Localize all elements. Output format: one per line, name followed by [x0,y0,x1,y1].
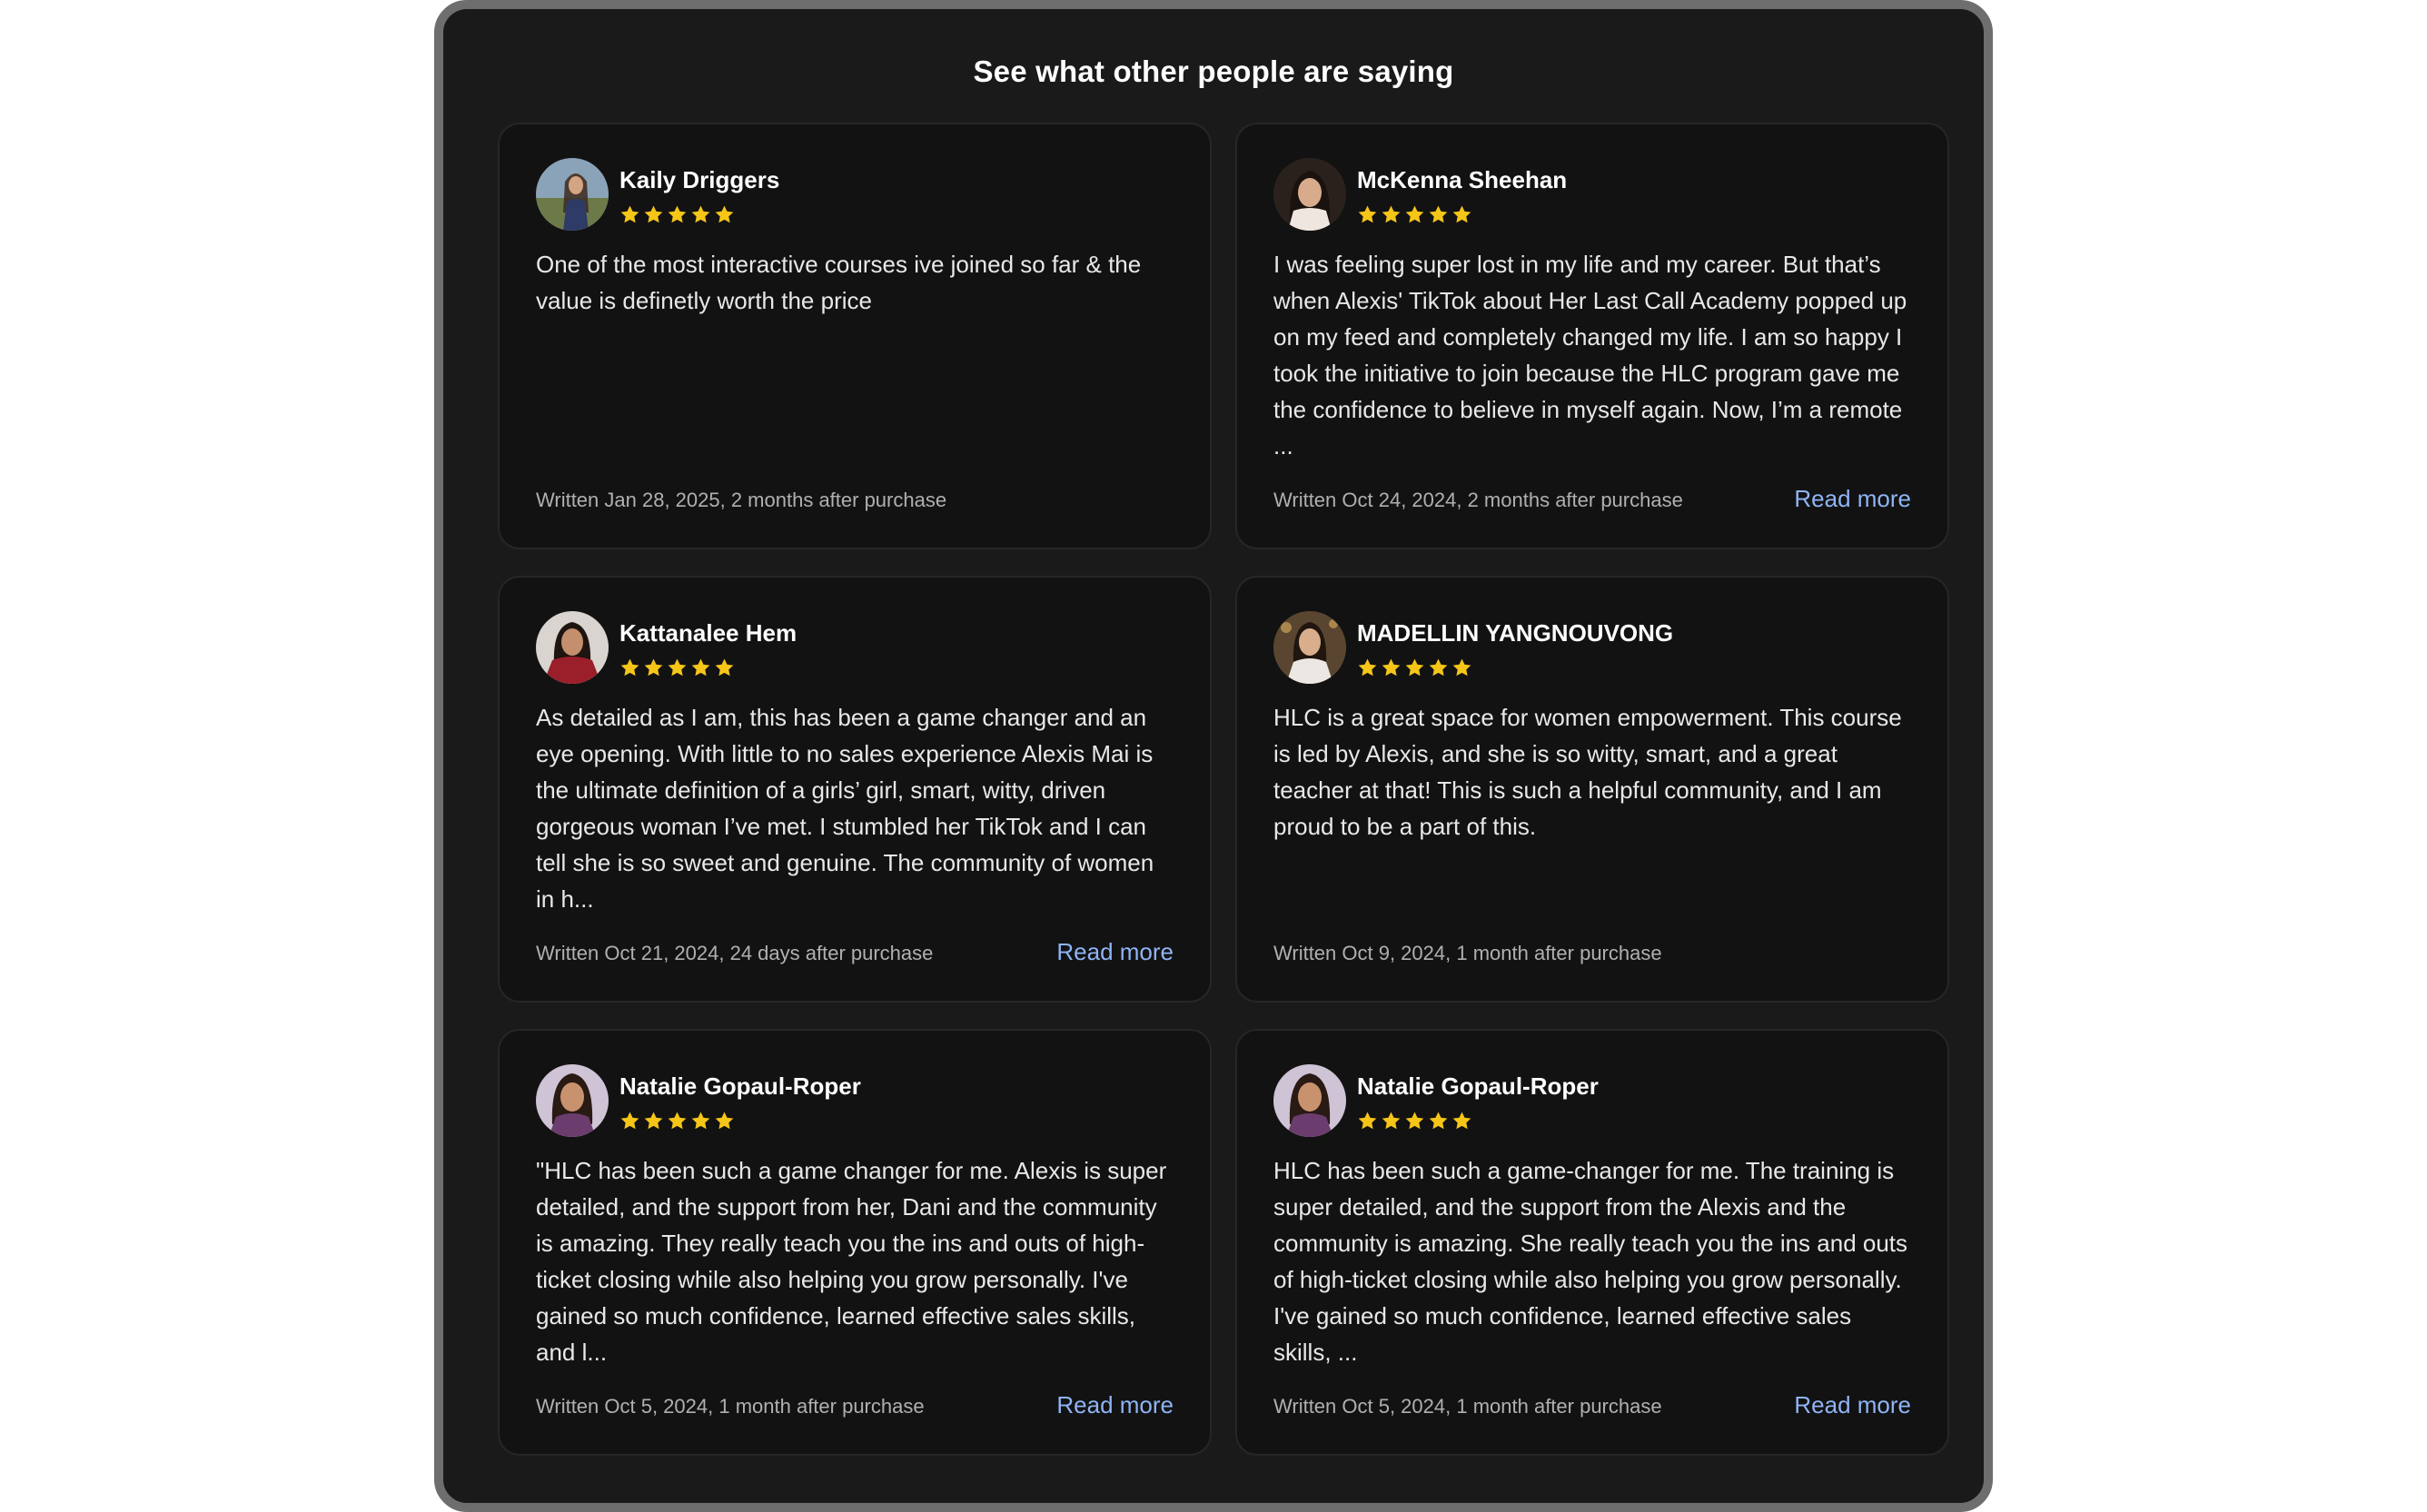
star-icon [1405,205,1424,223]
star-icon [668,205,687,223]
star-rating [1357,657,1472,679]
star-icon [1358,658,1377,677]
star-icon [715,658,734,677]
star-icon [691,658,710,677]
star-icon [1452,205,1471,223]
review-date: Written Oct 5, 2024, 1 month after purch… [536,1395,925,1418]
review-date: Written Oct 5, 2024, 1 month after purch… [1273,1395,1662,1418]
star-rating [619,1111,735,1132]
review-card: Kattanalee Hem As detailed as I am, this… [498,576,1212,1003]
read-more-link[interactable]: Read more [1056,938,1174,966]
avatar [536,611,609,684]
star-icon [691,205,710,223]
star-icon [715,205,734,223]
review-text: HLC has been such a game-changer for me.… [1273,1157,1908,1366]
star-icon [668,1112,687,1130]
star-icon [1452,658,1471,677]
avatar [1273,611,1346,684]
review-card: MADELLIN YANGNOUVONG HLC is a great spac… [1235,576,1949,1003]
testimonials-panel: See what other people are saying Kaily D… [434,0,1993,1512]
star-icon [1429,658,1448,677]
star-icon [1452,1112,1471,1130]
star-icon [1382,658,1401,677]
star-icon [1429,1112,1448,1130]
star-icon [1382,1112,1401,1130]
star-icon [644,658,663,677]
review-date: Written Jan 28, 2025, 2 months after pur… [536,489,947,511]
star-icon [1405,658,1424,677]
reviewer-name: Natalie Gopaul-Roper [619,1072,861,1100]
reviewer-name: Natalie Gopaul-Roper [1357,1072,1599,1100]
read-more-link[interactable]: Read more [1056,1391,1174,1419]
review-card: Natalie Gopaul-Roper "HLC has been such … [498,1029,1212,1456]
review-text: "HLC has been such a game changer for me… [536,1157,1167,1366]
star-icon [1358,205,1377,223]
reviewer-name: McKenna Sheehan [1357,166,1568,193]
review-card: Kaily Driggers One of the most interacti… [498,123,1212,549]
reviewer-name: MADELLIN YANGNOUVONG [1357,619,1674,647]
star-icon [620,1112,639,1130]
star-rating [1357,204,1472,226]
star-icon [1429,205,1448,223]
star-icon [644,205,663,223]
review-text: One of the most interactive courses ive … [536,251,1142,314]
star-icon [691,1112,710,1130]
star-icon [620,205,639,223]
star-icon [1382,205,1401,223]
star-icon [1358,1112,1377,1130]
review-text: I was feeling super lost in my life and … [1273,251,1907,460]
review-date: Written Oct 24, 2024, 2 months after pur… [1273,489,1683,511]
star-icon [644,1112,663,1130]
star-icon [715,1112,734,1130]
star-rating [619,657,735,679]
reviewer-name: Kattanalee Hem [619,619,797,647]
read-more-link[interactable]: Read more [1794,485,1911,513]
avatar [536,1064,609,1137]
review-date: Written Oct 9, 2024, 1 month after purch… [1273,942,1662,964]
star-rating [1357,1111,1472,1132]
read-more-link[interactable]: Read more [1794,1391,1911,1419]
star-icon [620,658,639,677]
review-text: As detailed as I am, this has been a gam… [536,704,1154,913]
avatar [1273,1064,1346,1137]
reviewer-name: Kaily Driggers [619,166,780,193]
review-card: Natalie Gopaul-Roper HLC has been such a… [1235,1029,1949,1456]
star-icon [668,658,687,677]
avatar [536,158,609,231]
review-date: Written Oct 21, 2024, 24 days after purc… [536,942,934,964]
review-text: HLC is a great space for women empowerme… [1273,704,1902,840]
review-card: McKenna Sheehan I was feeling super lost… [1235,123,1949,549]
star-rating [619,204,735,226]
star-icon [1405,1112,1424,1130]
avatar [1273,158,1346,231]
section-heading: See what other people are saying [973,54,1454,88]
